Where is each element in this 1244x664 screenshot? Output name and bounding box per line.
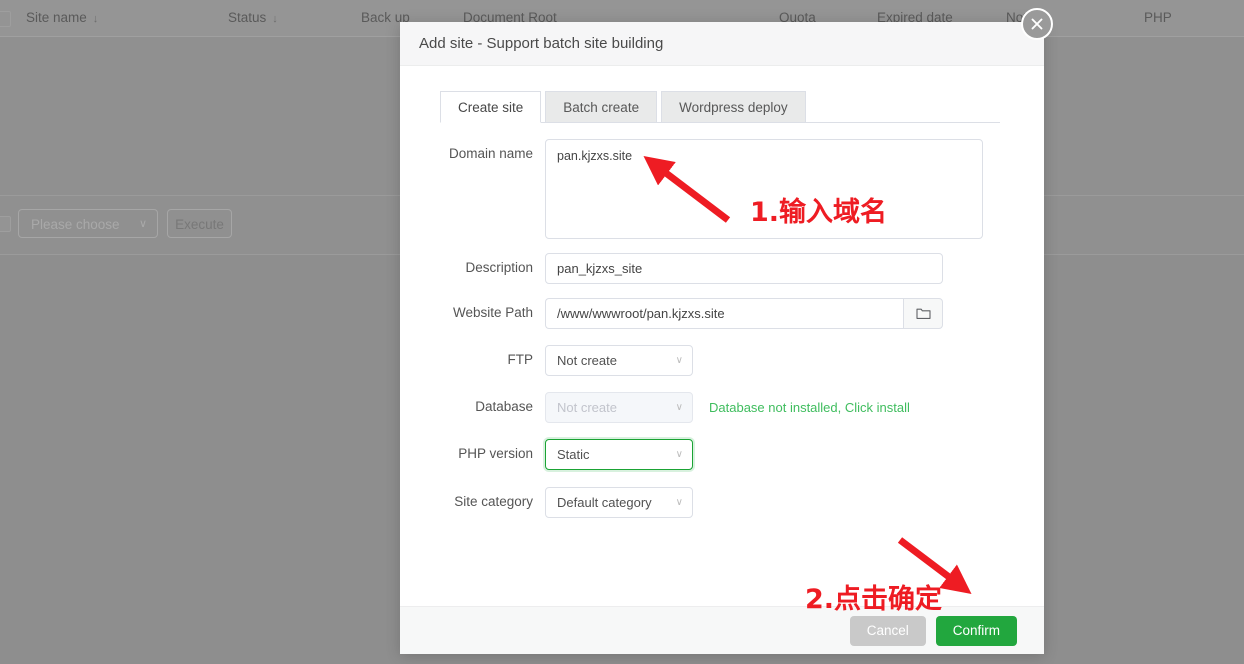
chevron-down-icon: ∨ (676, 346, 683, 375)
cancel-button[interactable]: Cancel (850, 616, 926, 646)
column-header-label: Status (228, 10, 266, 25)
execute-button[interactable]: Execute (167, 209, 232, 238)
label-ftp: FTP (400, 345, 545, 375)
column-header-status[interactable]: Status ↓ (228, 10, 278, 25)
label-domain-name: Domain name (400, 139, 545, 169)
form-row-site-category: Site category Default category ∨ (400, 487, 1044, 518)
site-category-select-value: Default category (557, 495, 652, 510)
sort-descending-icon[interactable]: ↓ (93, 13, 99, 25)
dialog-footer: Cancel Confirm (400, 606, 1044, 654)
close-dialog-button[interactable] (1021, 8, 1053, 40)
label-database: Database (400, 392, 545, 422)
dialog-header: Add site - Support batch site building (400, 22, 1044, 66)
ftp-select[interactable]: Not create ∨ (545, 345, 693, 376)
ftp-select-value: Not create (557, 353, 617, 368)
confirm-button[interactable]: Confirm (936, 616, 1017, 646)
php-version-select-value: Static (557, 447, 590, 462)
dialog-title: Add site - Support batch site building (419, 35, 663, 52)
site-category-select[interactable]: Default category ∨ (545, 487, 693, 518)
chevron-down-icon: ∨ (676, 440, 683, 469)
form-row-website-path: Website Path /www/wwwroot/pan.kjzxs.site (400, 298, 1044, 329)
batch-action-select[interactable]: Please choose ∨ (18, 209, 158, 238)
batch-select-checkbox[interactable] (0, 216, 11, 232)
chevron-down-icon: ∨ (139, 210, 147, 239)
create-site-form: Domain name pan.kjzxs.site Description p… (400, 123, 1044, 518)
form-row-php-version: PHP version Static ∨ (400, 439, 1044, 470)
form-row-domain-name: Domain name pan.kjzxs.site (400, 139, 1044, 239)
add-site-dialog: Add site - Support batch site building C… (400, 22, 1044, 654)
chevron-down-icon: ∨ (676, 488, 683, 517)
sort-descending-icon[interactable]: ↓ (272, 13, 278, 25)
tab-bar: Create site Batch create Wordpress deplo… (400, 90, 1044, 123)
column-header-site-name[interactable]: Site name ↓ (26, 10, 98, 25)
folder-icon[interactable] (903, 298, 943, 329)
form-row-description: Description pan_kjzxs_site (400, 253, 1044, 284)
column-header-label: Site name (26, 10, 87, 25)
label-description: Description (400, 253, 545, 283)
label-website-path: Website Path (400, 298, 545, 328)
close-icon (1029, 16, 1045, 32)
tab-batch-create[interactable]: Batch create (545, 91, 657, 123)
form-row-ftp: FTP Not create ∨ (400, 345, 1044, 376)
label-site-category: Site category (400, 487, 545, 517)
description-input[interactable]: pan_kjzxs_site (545, 253, 943, 284)
website-path-input[interactable]: /www/wwwroot/pan.kjzxs.site (545, 298, 903, 329)
chevron-down-icon: ∨ (676, 393, 683, 422)
column-header-php[interactable]: PHP (1144, 10, 1172, 25)
database-install-link[interactable]: Database not installed, Click install (709, 392, 910, 423)
tab-create-site[interactable]: Create site (440, 91, 541, 123)
tab-wordpress-deploy[interactable]: Wordpress deploy (661, 91, 806, 123)
label-php-version: PHP version (400, 439, 545, 469)
php-version-select[interactable]: Static ∨ (545, 439, 693, 470)
select-all-checkbox[interactable] (0, 11, 11, 27)
form-row-database: Database Not create ∨ Database not insta… (400, 392, 1044, 423)
database-select-value: Not create (557, 400, 617, 415)
domain-name-textarea[interactable]: pan.kjzxs.site (545, 139, 983, 239)
batch-action-select-value: Please choose (31, 217, 120, 232)
database-select[interactable]: Not create ∨ (545, 392, 693, 423)
